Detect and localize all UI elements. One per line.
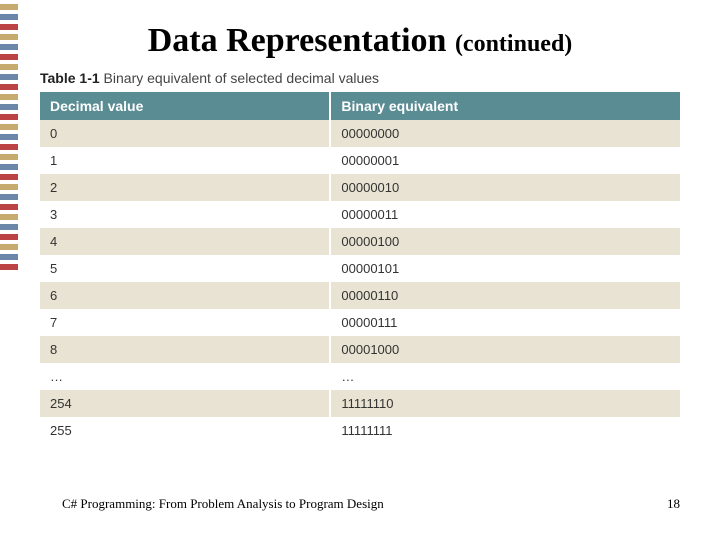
col-decimal-header: Decimal value [40, 92, 330, 120]
cell-binary: 00000110 [330, 282, 680, 309]
table-row: …… [40, 363, 680, 390]
binary-table: Decimal value Binary equivalent 00000000… [40, 92, 680, 444]
table-row: 000000000 [40, 120, 680, 147]
cell-decimal: 8 [40, 336, 330, 363]
table-row: 25511111111 [40, 417, 680, 444]
cell-binary: 00001000 [330, 336, 680, 363]
cell-decimal: 7 [40, 309, 330, 336]
cell-binary: 00000011 [330, 201, 680, 228]
table-container: Table 1-1 Binary equivalent of selected … [40, 70, 680, 444]
page-number: 18 [667, 496, 680, 512]
cell-binary: 00000100 [330, 228, 680, 255]
page-title: Data Representation (continued) [0, 22, 720, 60]
table-row: 25411111110 [40, 390, 680, 417]
footer: C# Programming: From Problem Analysis to… [62, 496, 680, 512]
cell-binary: 11111111 [330, 417, 680, 444]
cell-decimal: 2 [40, 174, 330, 201]
cell-decimal: 255 [40, 417, 330, 444]
footer-text: C# Programming: From Problem Analysis to… [62, 496, 384, 512]
table-desc: Binary equivalent of selected decimal va… [104, 70, 380, 86]
cell-decimal: 6 [40, 282, 330, 309]
cell-binary: 11111110 [330, 390, 680, 417]
cell-binary: … [330, 363, 680, 390]
cell-binary: 00000000 [330, 120, 680, 147]
table-caption: Table 1-1 Binary equivalent of selected … [40, 70, 680, 86]
col-binary-header: Binary equivalent [330, 92, 680, 120]
cell-binary: 00000101 [330, 255, 680, 282]
cell-decimal: 4 [40, 228, 330, 255]
table-row: 800001000 [40, 336, 680, 363]
table-row: 100000001 [40, 147, 680, 174]
cell-decimal: … [40, 363, 330, 390]
title-cont: (continued) [455, 31, 572, 57]
cell-decimal: 0 [40, 120, 330, 147]
cell-decimal: 254 [40, 390, 330, 417]
table-row: 300000011 [40, 201, 680, 228]
cell-decimal: 3 [40, 201, 330, 228]
table-row: 500000101 [40, 255, 680, 282]
table-row: 700000111 [40, 309, 680, 336]
title-main: Data Representation [148, 22, 455, 59]
table-row: 600000110 [40, 282, 680, 309]
cell-binary: 00000010 [330, 174, 680, 201]
cell-decimal: 5 [40, 255, 330, 282]
cell-binary: 00000001 [330, 147, 680, 174]
cell-decimal: 1 [40, 147, 330, 174]
table-label: Table 1-1 [40, 70, 100, 86]
cell-binary: 00000111 [330, 309, 680, 336]
table-row: 200000010 [40, 174, 680, 201]
table-row: 400000100 [40, 228, 680, 255]
